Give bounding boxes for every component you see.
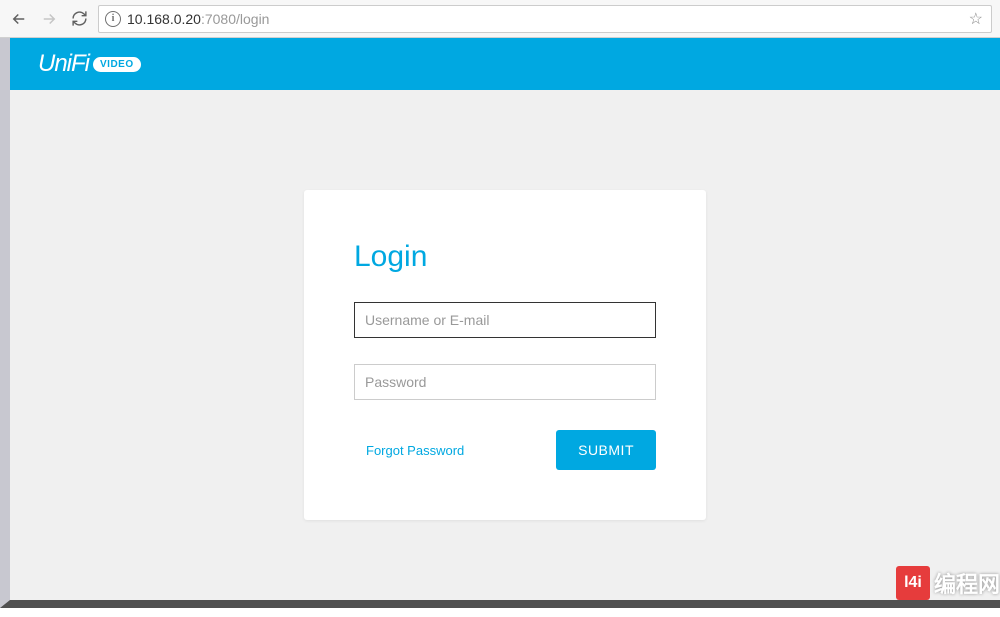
url-text: 10.168.0.20:7080/login: [127, 11, 963, 27]
logo-text: UniFi: [38, 50, 89, 78]
watermark-badge: l4i: [896, 566, 930, 600]
password-input[interactable]: [354, 364, 656, 400]
watermark: l4i 编程网: [896, 566, 1000, 600]
watermark-text: 编程网: [934, 567, 1000, 599]
username-input[interactable]: [354, 302, 656, 338]
bookmark-star-icon[interactable]: ☆: [969, 9, 985, 29]
login-actions-row: Forgot Password SUBMIT: [354, 430, 656, 470]
address-bar[interactable]: i 10.168.0.20:7080/login ☆: [98, 5, 992, 33]
back-button[interactable]: [8, 8, 30, 30]
site-info-icon[interactable]: i: [105, 11, 121, 27]
reload-button[interactable]: [68, 8, 90, 30]
browser-toolbar: i 10.168.0.20:7080/login ☆: [0, 0, 1000, 38]
page-body: UniFi VIDEO Login Forgot Password SUBMIT…: [0, 38, 1000, 608]
forgot-password-link[interactable]: Forgot Password: [354, 443, 464, 458]
login-title: Login: [354, 240, 656, 274]
logo: UniFi VIDEO: [38, 50, 141, 78]
login-card: Login Forgot Password SUBMIT: [304, 190, 706, 520]
top-banner: UniFi VIDEO: [10, 38, 1000, 90]
submit-button[interactable]: SUBMIT: [556, 430, 656, 470]
forward-button[interactable]: [38, 8, 60, 30]
logo-badge: VIDEO: [93, 57, 141, 72]
